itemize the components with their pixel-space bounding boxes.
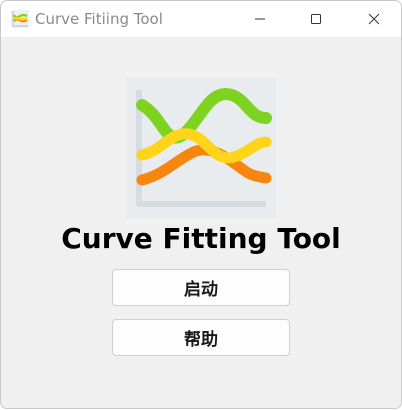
title-bar[interactable]: Curve Fitiing Tool — [1, 1, 401, 37]
maximize-button[interactable] — [293, 1, 339, 37]
help-button[interactable]: 帮助 — [112, 319, 290, 356]
main-content: Curve Fitting Tool 启动 帮助 — [1, 37, 401, 408]
maximize-icon — [311, 14, 321, 24]
app-window: Curve Fitiing Tool Curve Fitting Tool 启动… — [1, 1, 401, 408]
start-button[interactable]: 启动 — [112, 269, 290, 306]
minimize-button[interactable] — [237, 1, 283, 37]
window-title: Curve Fitiing Tool — [35, 10, 163, 28]
close-icon — [368, 13, 380, 25]
app-heading: Curve Fitting Tool — [61, 222, 341, 255]
minimize-icon — [255, 18, 265, 20]
curve-chart-logo — [126, 78, 276, 218]
close-button[interactable] — [351, 1, 397, 37]
curve-chart-icon — [11, 10, 29, 28]
